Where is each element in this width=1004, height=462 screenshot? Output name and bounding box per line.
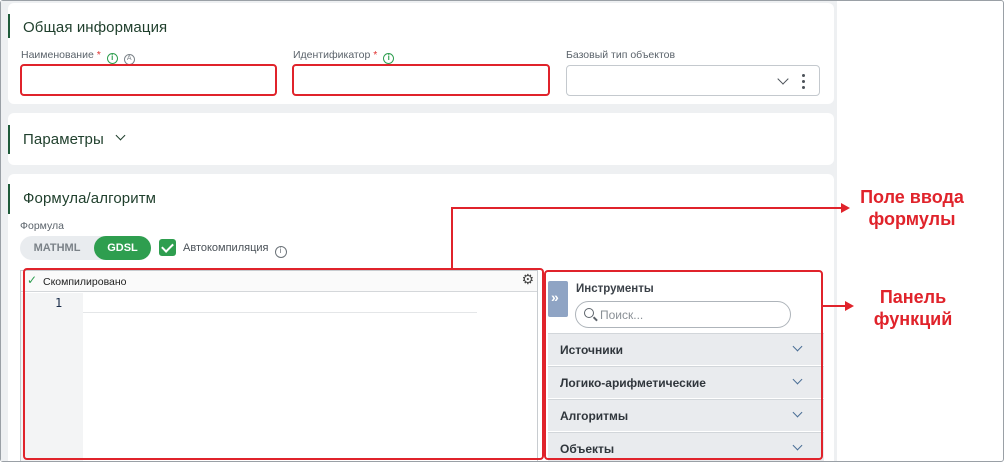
callout-line xyxy=(451,207,453,269)
functions-panel-annotation: Панель функций xyxy=(873,287,953,329)
autocompile-checkbox[interactable] xyxy=(159,239,176,256)
general-info-title: Общая информация xyxy=(23,19,168,36)
arrow-right-icon xyxy=(845,301,854,311)
chevron-down-icon[interactable] xyxy=(115,130,126,141)
arrow-right-icon xyxy=(841,203,850,213)
formula-input-highlight xyxy=(23,268,544,460)
required-mark: * xyxy=(96,49,101,61)
id-input[interactable] xyxy=(292,64,550,96)
name-input[interactable] xyxy=(20,64,277,96)
name-label: Наименование * i A xyxy=(21,49,135,65)
formula-label: Формула xyxy=(20,220,64,232)
base-type-select[interactable] xyxy=(566,65,820,96)
callout-line xyxy=(823,305,846,307)
autocompile-label-text: Автокомпиляция xyxy=(183,242,269,254)
mode-mathml[interactable]: MATHML xyxy=(20,236,94,260)
functions-panel-highlight xyxy=(544,270,823,460)
id-label-text: Идентификатор xyxy=(293,49,371,61)
name-label-text: Наименование xyxy=(21,49,94,61)
info-icon[interactable]: i xyxy=(274,246,287,258)
more-options-icon[interactable] xyxy=(802,74,806,92)
section-accent-bar xyxy=(8,184,10,214)
info-icon[interactable]: i xyxy=(106,53,118,64)
section-accent-bar xyxy=(8,125,10,154)
formula-section-title: Формула/алгоритм xyxy=(23,190,157,207)
formula-mode-switch[interactable]: MATHML GDSL xyxy=(20,236,151,260)
parameters-title[interactable]: Параметры xyxy=(23,131,104,148)
info-icon[interactable]: i xyxy=(383,53,395,64)
autocompile-label: Автокомпиляция i xyxy=(183,242,287,258)
general-info-card: Общая информация Наименование * i A Иден… xyxy=(8,3,834,104)
id-label: Идентификатор * i xyxy=(293,49,395,64)
callout-line xyxy=(451,207,842,209)
formula-input-annotation: Поле ввода формулы xyxy=(860,187,964,229)
section-accent-bar xyxy=(8,14,10,38)
required-mark: * xyxy=(373,49,378,61)
parameters-card[interactable]: Параметры xyxy=(8,113,834,165)
base-type-label: Базовый тип объектов xyxy=(566,49,676,61)
chevron-down-icon[interactable] xyxy=(777,73,789,85)
mode-gdsl[interactable]: GDSL xyxy=(94,236,151,260)
